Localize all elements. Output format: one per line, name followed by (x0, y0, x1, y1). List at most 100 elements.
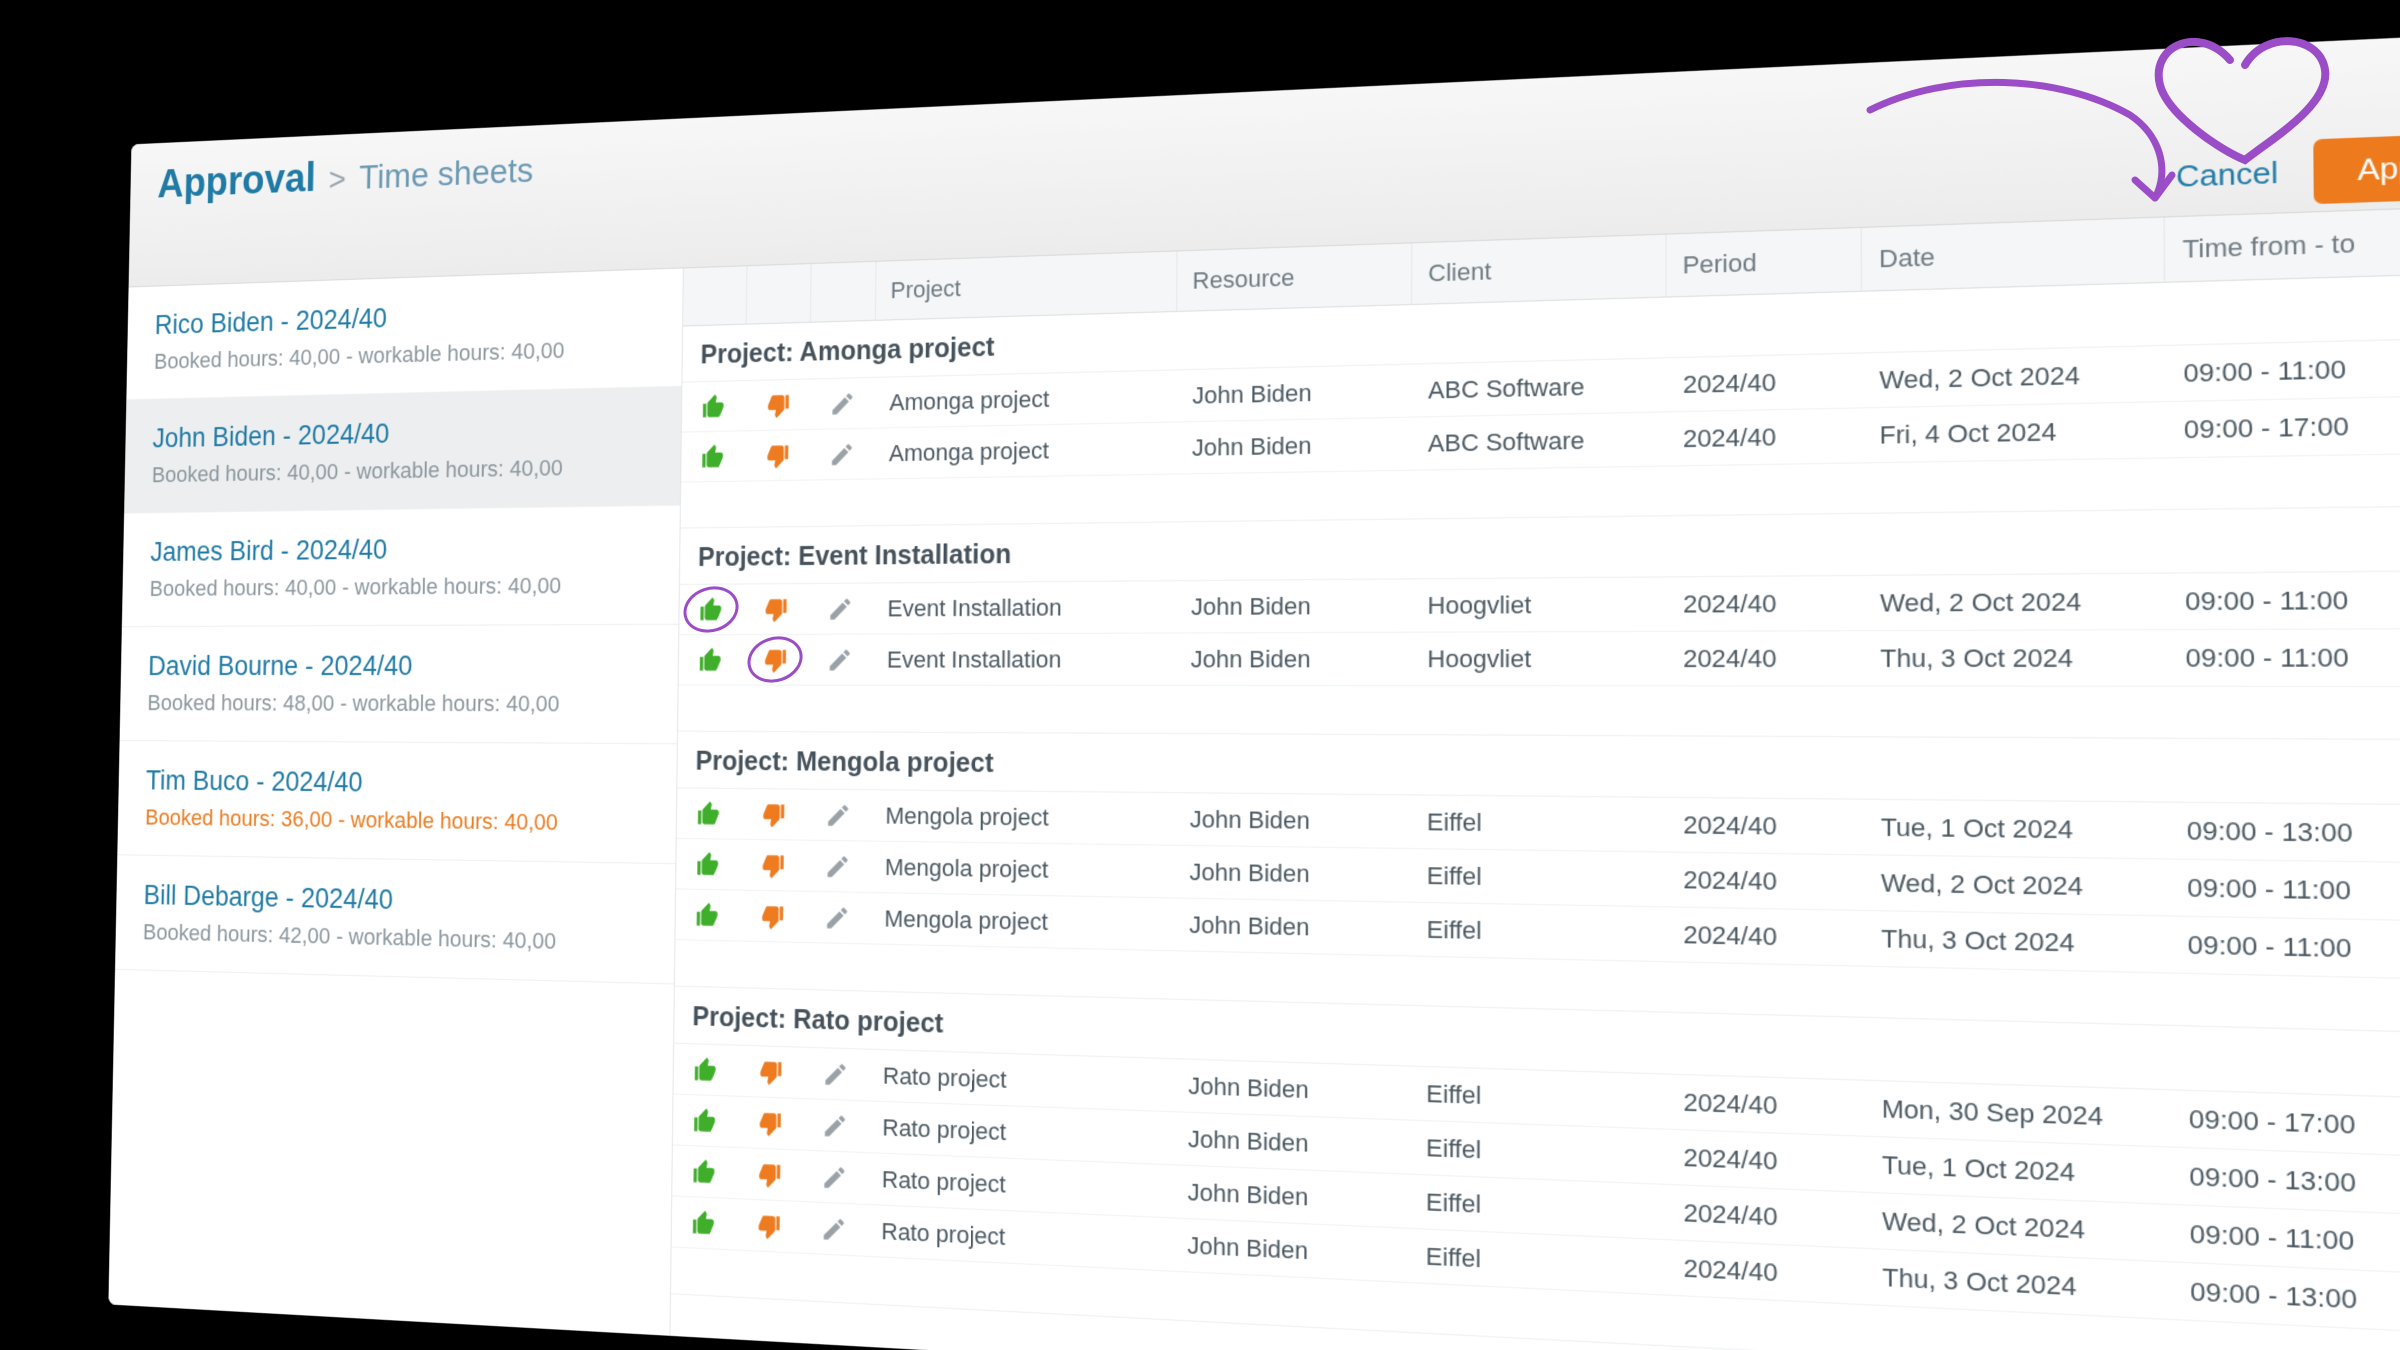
edit-row-icon[interactable] (824, 852, 851, 880)
reject-row-icon[interactable] (762, 595, 789, 623)
edit-row-icon[interactable] (824, 903, 851, 931)
sidebar: Rico Biden - 2024/40Booked hours: 40,00 … (108, 268, 683, 1335)
cell-time: 09:00 - 11:00 (2170, 917, 2400, 979)
cell-period: 2024/40 (1667, 1075, 1865, 1136)
cell-time: 09:00 - 13:00 (2171, 1148, 2400, 1215)
edit-row-icon[interactable] (826, 646, 853, 674)
sidebar-item-name: John Biden - 2024/40 (152, 412, 651, 454)
reject-row-icon[interactable] (755, 1211, 782, 1240)
cell-resource: John Biden (1175, 633, 1411, 685)
cell-date: Fri, 4 Oct 2024 (1863, 402, 2167, 462)
approve-row-icon[interactable] (695, 901, 721, 929)
edit-row-icon[interactable] (825, 801, 852, 829)
sidebar-item-name: James Bird - 2024/40 (150, 531, 650, 568)
approve-row-icon[interactable] (701, 393, 727, 421)
reject-row-icon[interactable] (759, 851, 786, 879)
sidebar-item[interactable]: David Bourne - 2024/40Booked hours: 48,0… (120, 625, 679, 745)
cell-project: Rato project (868, 1050, 1173, 1111)
cell-client: ABC Software (1412, 412, 1666, 469)
sidebar-item-info: Booked hours: 40,00 - workable hours: 40… (152, 453, 651, 488)
cell-date: Tue, 1 Oct 2024 (1864, 800, 2169, 859)
approve-row-icon[interactable] (698, 596, 724, 623)
approve-row-icon[interactable] (691, 1157, 717, 1186)
sidebar-item[interactable]: Bill Debarge - 2024/40Booked hours: 42,0… (115, 855, 675, 984)
cell-time: 09:00 - 11:00 (2168, 629, 2400, 686)
sidebar-item[interactable]: Tim Buco - 2024/40Booked hours: 36,00 - … (117, 741, 677, 864)
sidebar-item-info: Booked hours: 40,00 - workable hours: 40… (154, 335, 653, 375)
approve-row-icon[interactable] (698, 646, 724, 673)
approve-row-icon[interactable] (695, 850, 721, 878)
cell-time: 09:00 - 11:00 (2169, 860, 2400, 921)
reject-row-icon[interactable] (760, 800, 787, 828)
cell-time: 09:00 - 11:00 (2166, 339, 2400, 401)
col-time-header: Time from - to (2165, 208, 2400, 281)
cell-project: Mengola project (870, 893, 1174, 950)
page-title: Approval (157, 156, 316, 208)
col-resource-header: Resource (1177, 243, 1412, 311)
cell-resource: John Biden (1173, 1112, 1411, 1173)
approval-window: Approval > Time sheets Cancel Approve Ri… (108, 30, 2400, 1350)
col-date-header: Date (1862, 218, 2165, 291)
edit-row-icon[interactable] (829, 389, 856, 417)
cell-date: Thu, 3 Oct 2024 (1863, 630, 2168, 685)
sidebar-item[interactable]: John Biden - 2024/40Booked hours: 40,00 … (124, 387, 681, 514)
sidebar-item-name: David Bourne - 2024/40 (148, 650, 649, 682)
cell-period: 2024/40 (1667, 1185, 1865, 1248)
cell-resource: John Biden (1176, 579, 1412, 632)
approve-row-icon[interactable] (691, 1208, 717, 1237)
cell-client: Eiffel (1410, 1175, 1667, 1239)
reject-row-icon[interactable] (756, 1160, 783, 1189)
cell-time: 09:00 - 17:00 (2166, 397, 2400, 458)
reject-row-icon[interactable] (764, 441, 790, 469)
cell-date: Wed, 2 Oct 2024 (1863, 574, 2167, 630)
col-period-header: Period (1666, 228, 1862, 297)
cell-project: Mengola project (870, 842, 1174, 898)
sidebar-item[interactable]: James Bird - 2024/40Booked hours: 40,00 … (122, 506, 680, 628)
cell-project: Event Installation (872, 634, 1175, 685)
cell-period: 2024/40 (1667, 907, 1865, 965)
edit-row-icon[interactable] (829, 440, 856, 468)
approve-row-icon[interactable] (692, 1106, 718, 1135)
edit-row-icon[interactable] (827, 595, 854, 623)
sidebar-item-name: Bill Debarge - 2024/40 (143, 880, 645, 922)
approve-row-icon[interactable] (700, 443, 726, 471)
reject-row-icon[interactable] (759, 902, 786, 930)
breadcrumb-sep: > (328, 160, 346, 198)
cell-period: 2024/40 (1667, 853, 1864, 910)
cell-period: 2024/40 (1667, 1240, 1865, 1304)
cell-client: Hoogvliet (1412, 577, 1667, 631)
edit-row-icon[interactable] (822, 1060, 849, 1089)
sidebar-item-name: Rico Biden - 2024/40 (154, 294, 652, 341)
cell-project: Mengola project (871, 790, 1175, 844)
approve-row-icon[interactable] (693, 1055, 719, 1083)
cell-client: Hoogvliet (1412, 632, 1667, 685)
cell-period: 2024/40 (1667, 798, 1864, 854)
approve-button[interactable]: Approve (2313, 131, 2400, 204)
cell-time: 09:00 - 17:00 (2171, 1090, 2400, 1156)
timesheet-table: Project Resource Client Period Date Time… (670, 204, 2400, 1350)
page-subtitle: Time sheets (359, 151, 534, 198)
edit-row-icon[interactable] (820, 1214, 847, 1243)
sidebar-item[interactable]: Rico Biden - 2024/40Booked hours: 40,00 … (126, 268, 682, 400)
cell-period: 2024/40 (1667, 1130, 1865, 1192)
reject-row-icon[interactable] (765, 391, 791, 419)
reject-row-icon[interactable] (756, 1109, 783, 1138)
cell-client: Eiffel (1411, 903, 1667, 961)
cancel-button[interactable]: Cancel (2176, 155, 2278, 195)
cell-date: Thu, 3 Oct 2024 (1864, 911, 2170, 972)
approve-row-icon[interactable] (696, 800, 722, 828)
table-row: Event InstallationJohn BidenHoogvliet202… (679, 629, 2400, 687)
cell-client: Eiffel (1411, 795, 1667, 851)
cell-resource: John Biden (1172, 1165, 1410, 1228)
cell-project: Amonga project (874, 422, 1177, 478)
cell-client: Eiffel (1410, 1121, 1667, 1184)
cell-time: 09:00 - 11:00 (2167, 572, 2400, 629)
edit-row-icon[interactable] (821, 1163, 848, 1192)
cell-project: Amonga project (875, 370, 1177, 427)
sidebar-item-name: Tim Buco - 2024/40 (146, 765, 647, 802)
cell-resource: John Biden (1177, 365, 1413, 422)
reject-row-icon[interactable] (762, 646, 789, 673)
reject-row-icon[interactable] (757, 1057, 784, 1086)
col-client-header: Client (1412, 235, 1666, 304)
edit-row-icon[interactable] (822, 1111, 849, 1140)
